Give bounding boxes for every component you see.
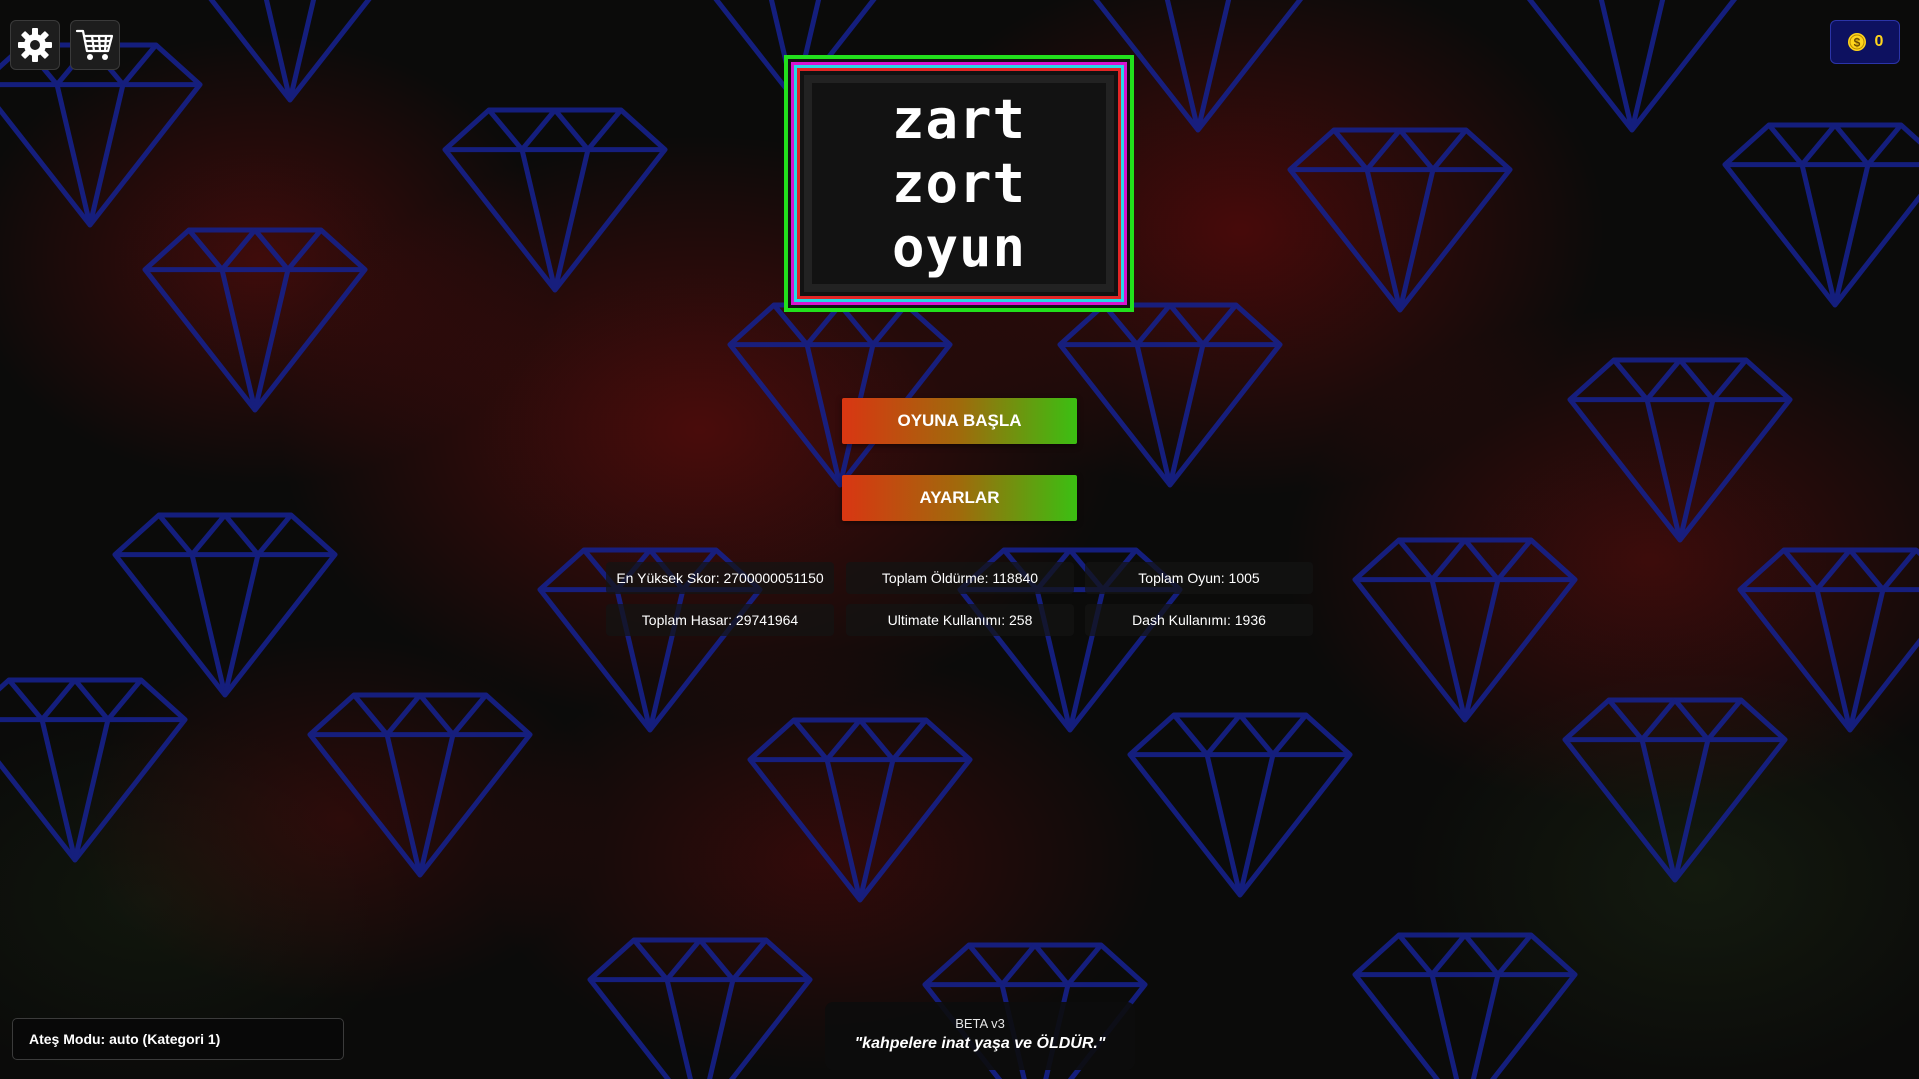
version-banner: BETA v3 "kahpelere inat yaşa ve ÖLDÜR."	[825, 1002, 1135, 1070]
gear-icon	[18, 28, 52, 62]
diamond-decoration	[307, 692, 533, 878]
version-label: BETA v3	[955, 1016, 1005, 1031]
diamond-decoration	[1526, 0, 1738, 133]
diamond-decoration	[587, 937, 813, 1079]
stat-total-kills: Toplam Öldürme: 118840	[846, 562, 1074, 594]
stat-total-damage: Toplam Hasar: 29741964	[606, 604, 834, 636]
diamond-decoration	[1567, 357, 1793, 543]
game-title-line2: oyun	[891, 215, 1027, 279]
diamond-decoration	[1737, 547, 1919, 733]
diamond-decoration	[1287, 127, 1513, 313]
diamond-decoration	[1057, 302, 1283, 488]
diamond-decoration	[442, 107, 668, 293]
stat-dash-uses: Dash Kullanımı: 1936	[1085, 604, 1313, 636]
diamond-decoration	[747, 717, 973, 903]
diamond-decoration	[727, 302, 953, 488]
stat-ultimate-uses: Ultimate Kullanımı: 258	[846, 604, 1074, 636]
diamond-decoration	[0, 677, 188, 863]
diamond-decoration	[208, 0, 372, 103]
game-logo: zart zort oyun	[784, 55, 1134, 312]
diamond-decoration	[1352, 932, 1578, 1079]
coin-counter: $ 0	[1830, 20, 1900, 64]
fire-mode-indicator: Ateş Modu: auto (Kategori 1)	[12, 1018, 344, 1060]
settings-button[interactable]	[10, 20, 60, 70]
game-title-line1: zart zort	[891, 87, 1027, 215]
shop-button[interactable]	[70, 20, 120, 70]
dollar-coin-icon: $	[1847, 33, 1866, 51]
tagline-quote: "kahpelere inat yaşa ve ÖLDÜR."	[854, 1035, 1106, 1052]
diamond-decoration	[0, 42, 203, 228]
stat-total-games: Toplam Oyun: 1005	[1085, 562, 1313, 594]
diamond-decoration	[142, 227, 368, 413]
diamond-decoration	[1127, 712, 1353, 898]
diamond-decoration	[1352, 537, 1578, 723]
diamond-decoration	[1562, 697, 1788, 883]
game-main-menu: $ 0 zart zort oyun OYUNA BAŞLA AYARLAR E…	[0, 0, 1919, 1079]
stat-high-score: En Yüksek Skor: 2700000051150	[606, 562, 834, 594]
coin-count: 0	[1874, 33, 1884, 50]
diamond-decoration	[1722, 122, 1919, 308]
diamond-decoration	[112, 512, 338, 698]
game-title: zart zort oyun	[812, 83, 1106, 284]
settings-menu-button[interactable]: AYARLAR	[842, 475, 1077, 521]
svg-text:$: $	[1853, 36, 1860, 50]
shopping-cart-icon	[75, 29, 114, 60]
start-game-button[interactable]: OYUNA BAŞLA	[842, 398, 1077, 444]
